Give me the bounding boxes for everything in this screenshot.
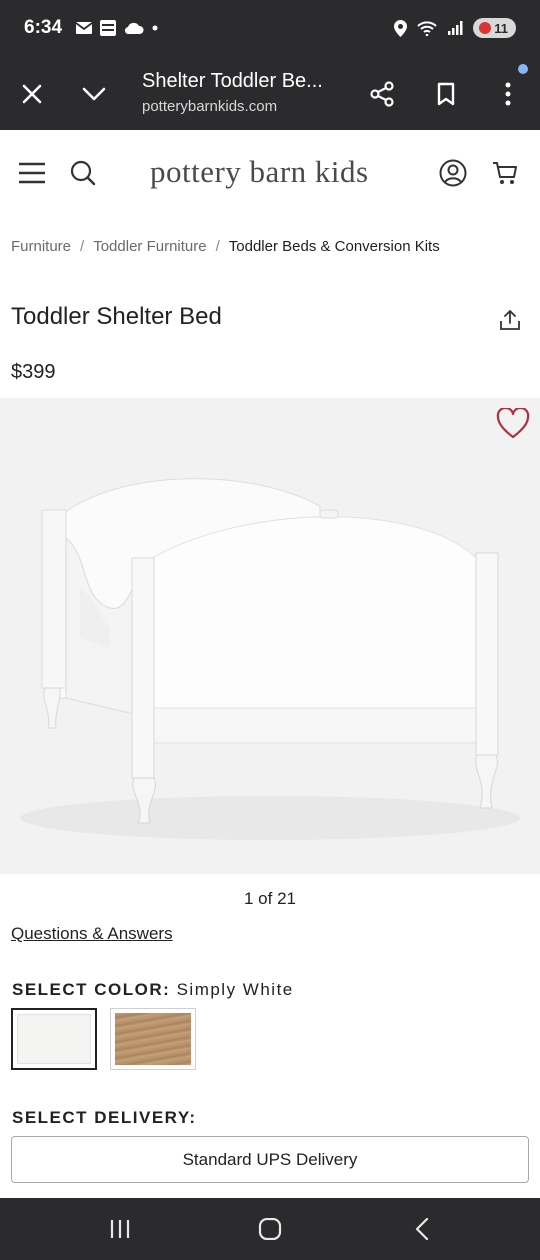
upload-share-icon — [500, 310, 520, 330]
update-dot-indicator — [518, 64, 528, 74]
notification-icons — [76, 20, 158, 36]
breadcrumb-separator: / — [80, 238, 85, 255]
product-image-carousel[interactable] — [0, 398, 540, 874]
close-icon — [22, 84, 42, 104]
recent-apps-icon — [110, 1220, 130, 1238]
swatch-simply-white[interactable] — [11, 1008, 97, 1070]
status-right: 11 — [394, 18, 516, 38]
account-button[interactable] — [436, 156, 470, 190]
wifi-icon — [417, 21, 437, 36]
cart-button[interactable] — [488, 156, 522, 190]
gmail-icon — [76, 22, 92, 34]
cloud-icon — [124, 22, 144, 34]
signal-icon — [448, 21, 463, 35]
hamburger-icon — [19, 162, 45, 184]
menu-button[interactable] — [15, 156, 49, 190]
cart-icon — [493, 162, 517, 184]
select-color-heading: SELECT COLOR: — [12, 980, 171, 999]
close-tab-button[interactable] — [14, 76, 50, 112]
select-color-label: SELECT COLOR: Simply White — [12, 980, 294, 1000]
system-nav-bar — [0, 1198, 540, 1260]
swatch-wood-fill — [115, 1013, 191, 1065]
more-vert-icon — [505, 82, 511, 106]
image-counter: 1 of 21 — [244, 889, 296, 908]
fox-news-icon — [100, 20, 116, 36]
minimize-button[interactable] — [76, 76, 112, 112]
battery-low-indicator — [479, 22, 492, 34]
breadcrumb: Furniture / Toddler Furniture / Toddler Beds… — [11, 238, 440, 255]
home-button[interactable] — [250, 1212, 290, 1246]
bookmark-icon — [437, 82, 455, 106]
breadcrumb-toddler-beds[interactable]: Toddler Beds & Conversion Kits — [229, 238, 440, 255]
search-icon — [70, 160, 96, 186]
swatch-natural-wood[interactable] — [110, 1008, 196, 1070]
product-title: Toddler Shelter Bed — [11, 303, 222, 330]
back-button[interactable] — [402, 1212, 442, 1246]
product-price: $399 — [11, 361, 56, 383]
site-logo[interactable]: pottery barn kids — [150, 154, 369, 190]
swatch-white-fill — [17, 1014, 91, 1064]
status-bar: 6:34 11 — [0, 0, 540, 58]
bookmark-button[interactable] — [428, 76, 464, 112]
page-url: potterybarnkids.com — [142, 98, 278, 115]
share-page-button[interactable] — [364, 76, 400, 112]
home-icon — [258, 1218, 282, 1240]
status-time: 6:34 — [24, 17, 63, 38]
favorite-button[interactable] — [496, 406, 530, 440]
recent-apps-button[interactable] — [100, 1212, 140, 1246]
chevron-down-icon — [82, 87, 106, 101]
search-button[interactable] — [66, 156, 100, 190]
select-delivery-label: SELECT DELIVERY: — [12, 1108, 197, 1127]
selected-color-name: Simply White — [176, 980, 294, 999]
dot-icon — [152, 25, 158, 31]
toddler-bed-image — [20, 478, 520, 840]
delivery-option-select[interactable]: Standard UPS Delivery — [11, 1136, 529, 1183]
location-icon — [394, 19, 408, 37]
share-product-button[interactable] — [498, 308, 522, 332]
battery-level: 11 — [494, 20, 508, 36]
back-icon — [415, 1218, 429, 1240]
site-header: pottery barn kids — [0, 130, 540, 216]
browser-toolbar: Shelter Toddler Be... potterybarnkids.co… — [0, 58, 540, 130]
battery-icon: 11 — [473, 18, 516, 38]
share-icon — [370, 81, 394, 107]
more-options-button[interactable] — [490, 76, 526, 112]
breadcrumb-separator: / — [215, 238, 220, 255]
breadcrumb-toddler-furniture[interactable]: Toddler Furniture — [93, 238, 206, 255]
breadcrumb-furniture[interactable]: Furniture — [11, 238, 71, 255]
page-tab-title: Shelter Toddler Be... — [142, 70, 323, 92]
user-icon — [439, 159, 467, 187]
heart-icon — [496, 406, 530, 439]
questions-answers-link[interactable]: Questions & Answers — [11, 924, 173, 944]
